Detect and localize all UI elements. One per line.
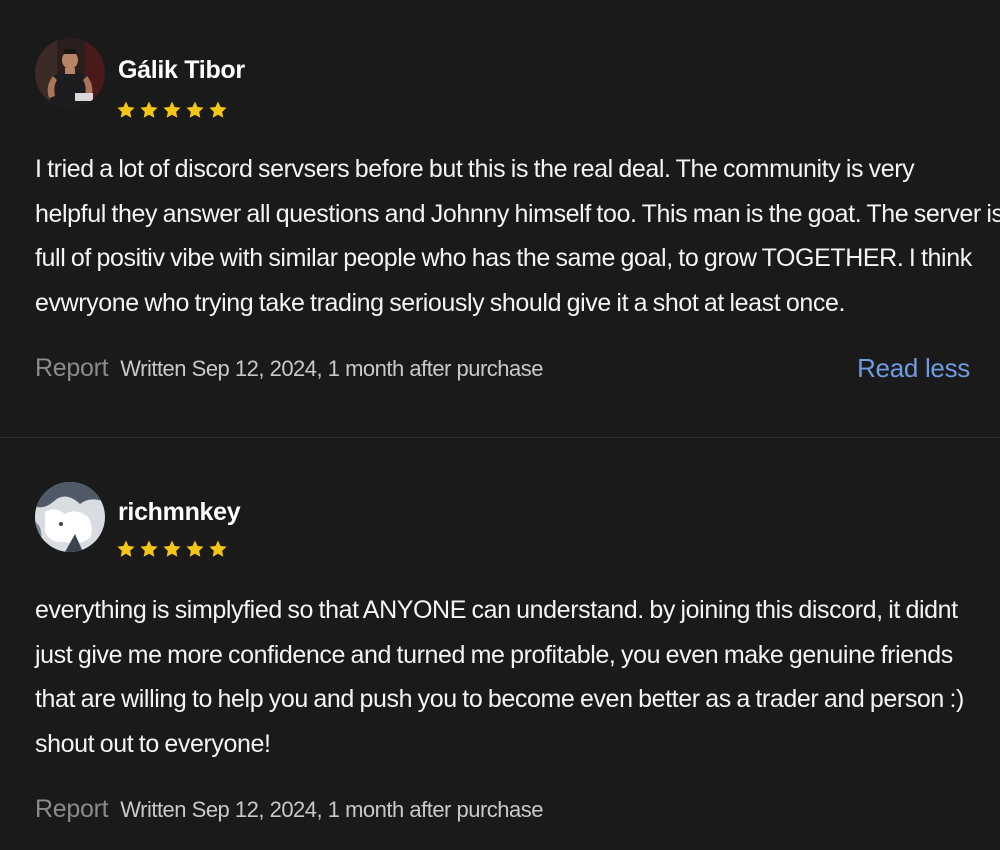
star-icon (140, 540, 158, 557)
review-text-line: I tried a lot of discord servsers before… (35, 155, 915, 183)
review-text-line: everything is simplyfied so that ANYONE … (35, 596, 958, 624)
review-text-line: full of positiv vibe with similar people… (35, 244, 972, 272)
report-link[interactable]: Report (35, 795, 109, 824)
report-link[interactable]: Report (35, 354, 109, 383)
star-icon (209, 101, 227, 118)
read-less-link[interactable]: Read less (857, 353, 970, 384)
star-icon (186, 540, 204, 557)
star-icon (209, 540, 227, 557)
rating-stars (116, 100, 228, 120)
review-meta: Report Written Sep 12, 2024, 1 month aft… (35, 795, 543, 824)
star-icon (140, 101, 158, 118)
rating-stars (116, 539, 228, 559)
written-date: Written Sep 12, 2024, 1 month after purc… (120, 356, 543, 381)
review-card: Gálik Tibor I tried a lot of discord ser… (0, 0, 1000, 437)
avatar[interactable] (35, 38, 105, 108)
written-date: Written Sep 12, 2024, 1 month after purc… (120, 797, 543, 822)
review-text-line: evwryone who trying take trading serious… (35, 288, 846, 317)
review-text-line: helpful they answer all questions and Jo… (35, 199, 1000, 228)
review-text-line: just give me more confidence and turned … (35, 640, 953, 669)
reviewer-name: Gálik Tibor (118, 56, 245, 84)
review-card: richmnkey everything is simplyfied so th… (0, 438, 1000, 850)
review-text-line: shout out to everyone! (35, 729, 271, 758)
review-text-line: that are willing to help you and push yo… (35, 685, 964, 713)
star-icon (117, 101, 135, 118)
avatar[interactable] (35, 482, 105, 552)
star-icon (117, 540, 135, 557)
reviewer-name: richmnkey (118, 498, 241, 526)
review-text: everything is simplyfied so that ANYONE … (35, 588, 980, 766)
star-icon (163, 540, 181, 557)
star-icon (186, 101, 204, 118)
review-meta: Report Written Sep 12, 2024, 1 month aft… (35, 354, 543, 383)
star-icon (163, 101, 181, 118)
review-text: I tried a lot of discord servsers before… (35, 147, 1000, 325)
